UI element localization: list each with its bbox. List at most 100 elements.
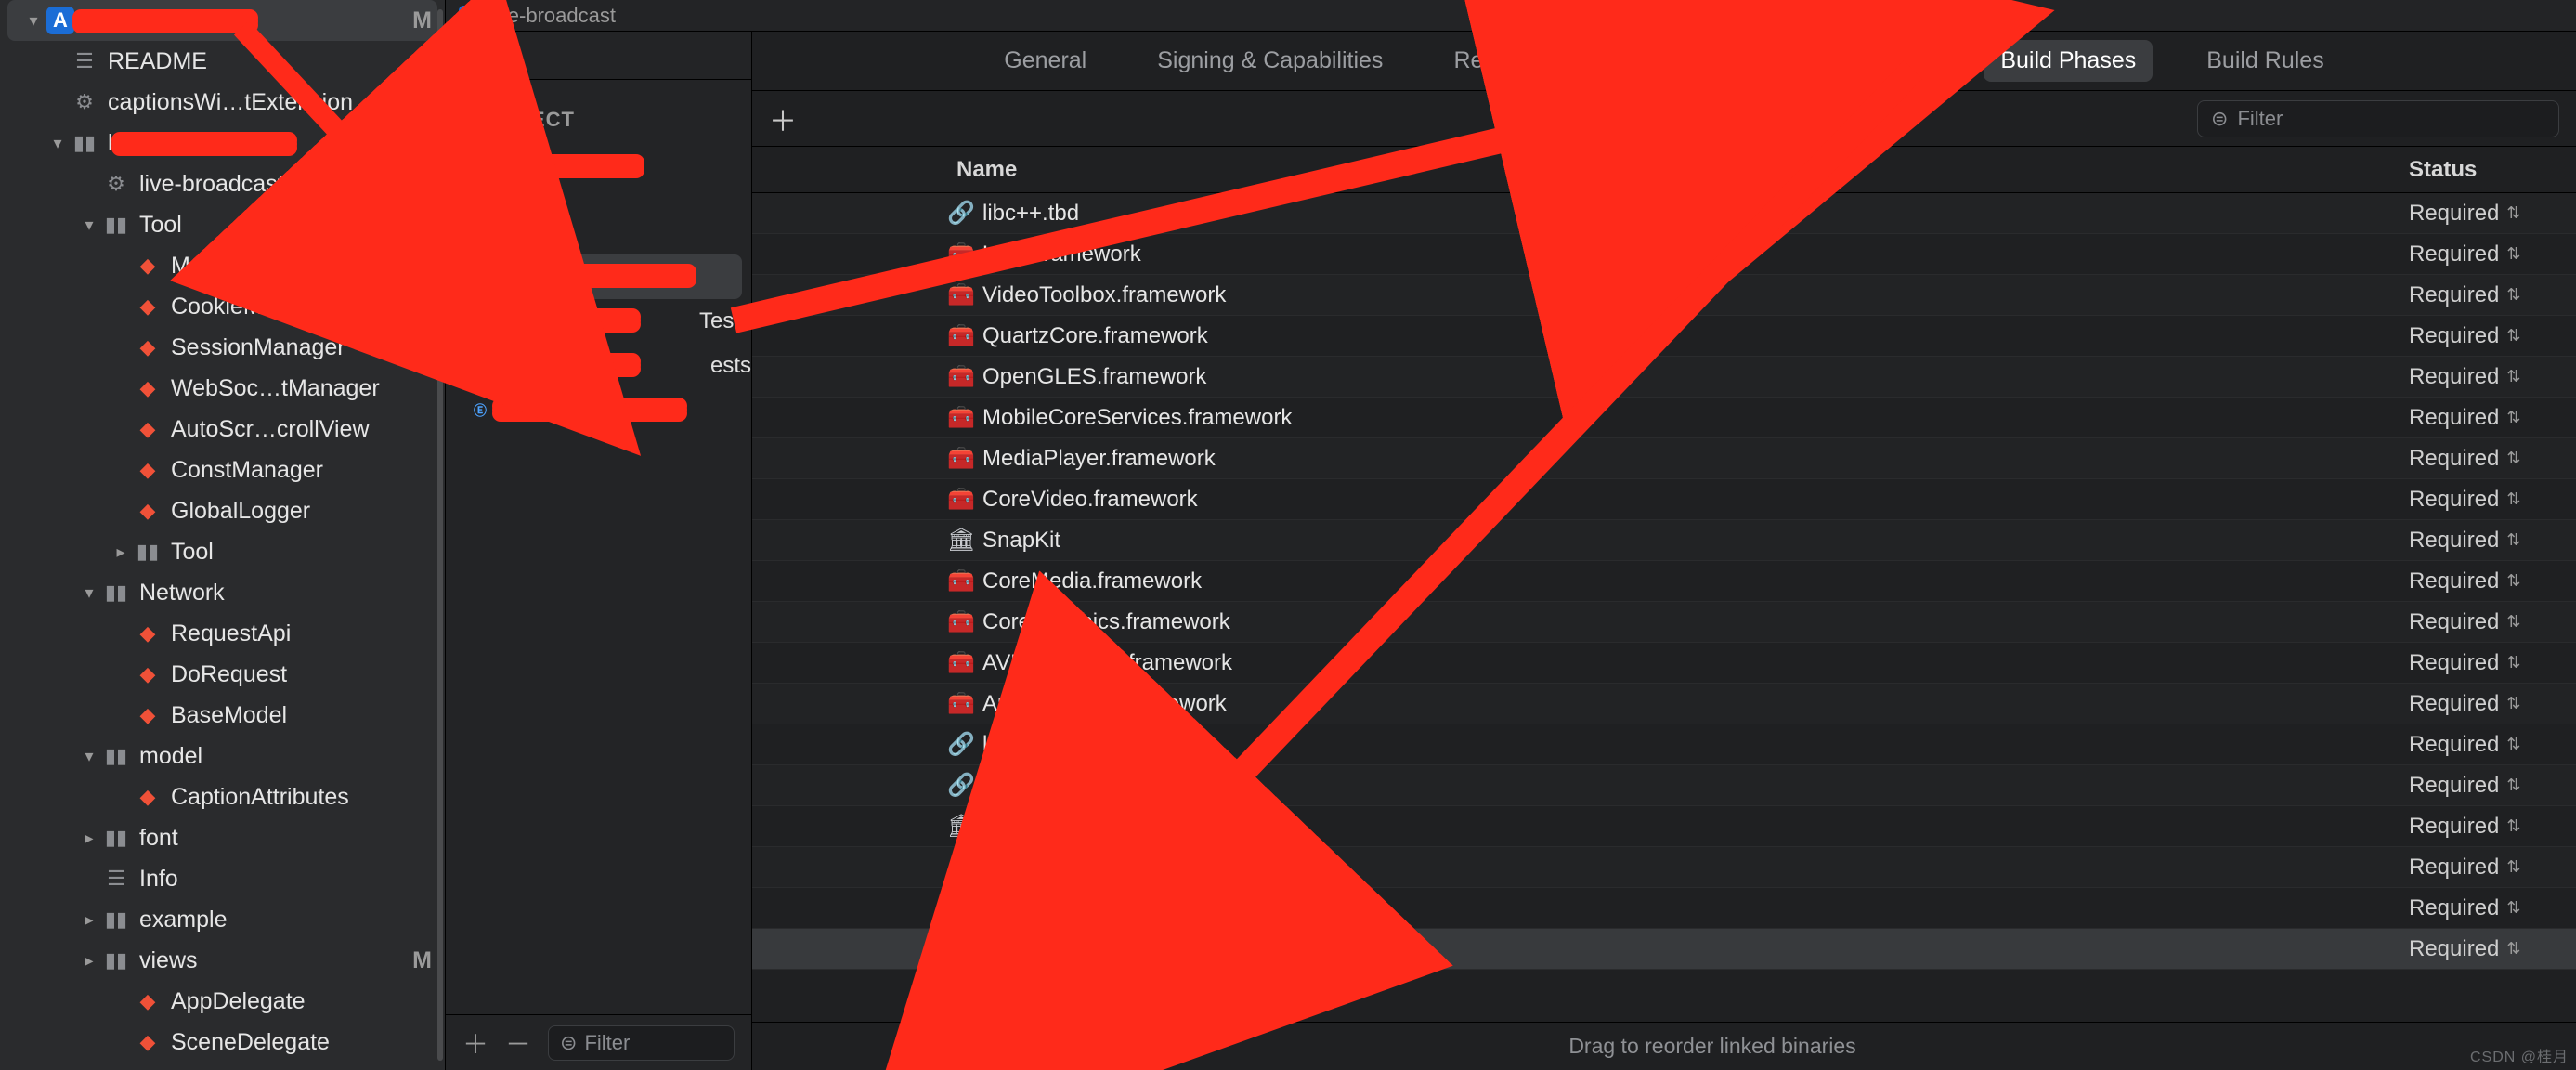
target-row[interactable]: ◇live-broadcastTestsTests	[446, 299, 751, 344]
tab-resource-tags[interactable]: Resource Tags	[1437, 40, 1624, 82]
nav-item[interactable]: ⚙captionsWi…tExtension	[0, 82, 445, 123]
status-cell[interactable]: Required⇅	[2409, 650, 2576, 676]
remove-target-button[interactable]: －	[505, 1024, 531, 1062]
nav-item[interactable]: ☰README	[0, 41, 445, 82]
tab-signing-capabilities[interactable]: Signing & Capabilities	[1140, 40, 1399, 82]
nav-item[interactable]: ▾▮▮live-broadcast	[0, 123, 445, 163]
status-cell[interactable]: Required⇅	[2409, 936, 2576, 962]
table-row[interactable]: 🏛RxMoyaRequired⇅	[752, 888, 2576, 929]
status-cell[interactable]: Required⇅	[2409, 814, 2576, 840]
status-cell[interactable]: Required⇅	[2409, 323, 2576, 349]
status-cell[interactable]: Required⇅	[2409, 528, 2576, 554]
add-phase-button[interactable]: ＋	[769, 98, 797, 139]
nav-item[interactable]: ◆MCGCDTimer	[0, 245, 445, 286]
table-row[interactable]: 🧰AVFoundation.frameworkRequired⇅	[752, 643, 2576, 684]
project-row[interactable]: A live-broadcast	[446, 145, 751, 189]
nav-item[interactable]: ◆AutoScr…crollView	[0, 409, 445, 450]
status-cell[interactable]: Required⇅	[2409, 201, 2576, 227]
table-row[interactable]: 🧰CoreMedia.frameworkRequired⇅	[752, 561, 2576, 602]
add-binary-button[interactable]: ＋	[956, 1028, 982, 1065]
nav-item[interactable]: ◆SceneDelegate	[0, 1022, 445, 1063]
nav-item[interactable]: ◆CookieManager	[0, 286, 445, 327]
disclosure-triangle-icon[interactable]: ▾	[24, 11, 43, 31]
panel-toggle-button[interactable]	[446, 32, 751, 80]
table-row[interactable]: 🧰MobileCoreServices.frameworkRequired⇅	[752, 398, 2576, 438]
nav-item[interactable]: ◆DoRequest	[0, 654, 445, 695]
targets-filter-input[interactable]: ⊜ Filter	[548, 1025, 735, 1061]
target-row[interactable]: ▢live-broadcastUITestsests	[446, 344, 751, 388]
table-row[interactable]: 🔗libz.tbdRequired⇅	[752, 724, 2576, 765]
tab-build-settings[interactable]: Build Settings	[1771, 40, 1946, 82]
table-row[interactable]: 🏛UIPiPViewRequired⇅	[752, 847, 2576, 888]
remove-binary-button[interactable]: －	[1005, 1028, 1031, 1065]
target-row[interactable]: ⒺcaptionsWidgetExte…	[446, 388, 751, 433]
table-row[interactable]: 🏛ReactiveMoyaRequired⇅	[752, 929, 2576, 970]
table-row[interactable]: 🧰CoreGraphics.frameworkRequired⇅	[752, 602, 2576, 643]
disclosure-triangle-icon[interactable]: ▸	[80, 910, 98, 930]
nav-item[interactable]: ▸▮▮example	[0, 899, 445, 940]
nav-item[interactable]: ◆CaptionAttributes	[0, 776, 445, 817]
disclosure-triangle-icon[interactable]: ▾	[80, 583, 98, 603]
col-name[interactable]: Name	[752, 157, 2409, 183]
status-cell[interactable]: Required⇅	[2409, 732, 2576, 758]
project-navigator[interactable]: ▾Alive-broadcastM☰README⚙captionsWi…tExt…	[0, 0, 446, 1070]
nav-item[interactable]: ◆GlobalLogger	[0, 490, 445, 531]
nav-item[interactable]: ▸▮▮Tool	[0, 531, 445, 572]
tab-build-phases[interactable]: Build Phases	[1984, 40, 2153, 82]
chevron-up-down-icon: ⇅	[2506, 489, 2520, 509]
table-row[interactable]: 🧰OpenGLES.frameworkRequired⇅	[752, 357, 2576, 398]
nav-item[interactable]: ◆RequestApi	[0, 613, 445, 654]
table-row[interactable]: 🔗libbz2.tbdRequired⇅	[752, 765, 2576, 806]
table-row[interactable]: 🧰MediaPlayer.frameworkRequired⇅	[752, 438, 2576, 479]
nav-item[interactable]: ▸▮▮viewsM	[0, 940, 445, 981]
status-cell[interactable]: Required⇅	[2409, 405, 2576, 431]
disclosure-triangle-icon[interactable]: ▸	[111, 542, 130, 562]
breadcrumb[interactable]: A live-broadcast	[446, 0, 2576, 32]
nav-item[interactable]: ◆WebSoc…tManager	[0, 368, 445, 409]
status-cell[interactable]: Required⇅	[2409, 773, 2576, 799]
table-row[interactable]: 🧰VideoToolbox.frameworkRequired⇅	[752, 275, 2576, 316]
status-cell[interactable]: Required⇅	[2409, 895, 2576, 921]
nav-item[interactable]: ▾▮▮Network	[0, 572, 445, 613]
disclosure-triangle-icon[interactable]: ▾	[48, 134, 67, 153]
nav-item[interactable]: ◆BaseModel	[0, 695, 445, 736]
status-cell[interactable]: Required⇅	[2409, 855, 2576, 881]
table-row[interactable]: 🔗libc++.tbdRequired⇅	[752, 193, 2576, 234]
tab-general[interactable]: General	[987, 40, 1103, 82]
status-cell[interactable]: Required⇅	[2409, 446, 2576, 472]
phase-filter-input[interactable]: ⊜ Filter	[2197, 100, 2559, 137]
disclosure-triangle-icon[interactable]: ▸	[80, 951, 98, 971]
status-cell[interactable]: Required⇅	[2409, 609, 2576, 635]
disclosure-triangle-icon[interactable]: ▸	[80, 829, 98, 848]
table-row[interactable]: 🏛HandyJSONRequired⇅	[752, 806, 2576, 847]
add-target-button[interactable]: ＋	[462, 1024, 488, 1062]
status-cell[interactable]: Required⇅	[2409, 241, 2576, 268]
nav-item[interactable]: ▾▮▮Tool	[0, 204, 445, 245]
tab-build-rules[interactable]: Build Rules	[2190, 40, 2340, 82]
table-row[interactable]: 🧰UIKit.frameworkRequired⇅	[752, 234, 2576, 275]
nav-item[interactable]: ◆AppDelegate	[0, 981, 445, 1022]
nav-item[interactable]: ▸▮▮font	[0, 817, 445, 858]
nav-item[interactable]: ⚙live-broadcast	[0, 163, 445, 204]
folder-icon: ▮▮	[102, 742, 130, 770]
tab-info[interactable]: Info	[1662, 40, 1735, 82]
nav-item[interactable]: ▾▮▮model	[0, 736, 445, 776]
status-cell[interactable]: Required⇅	[2409, 282, 2576, 308]
nav-item[interactable]: ☰Info	[0, 858, 445, 899]
nav-item[interactable]: ▾Alive-broadcastM	[7, 0, 437, 41]
disclosure-triangle-icon[interactable]: ▾	[80, 747, 98, 766]
table-row[interactable]: 🧰CoreVideo.frameworkRequired⇅	[752, 479, 2576, 520]
table-row[interactable]: 🏛SnapKitRequired⇅	[752, 520, 2576, 561]
status-cell[interactable]: Required⇅	[2409, 487, 2576, 513]
target-row[interactable]: Alive-broadcast	[455, 254, 742, 299]
targets-sidebar[interactable]: PROJECT A live-broadcast TARGETS Alive-b…	[446, 32, 752, 1070]
table-row[interactable]: 🧰AudioToolbox.frameworkRequired⇅	[752, 684, 2576, 724]
status-cell[interactable]: Required⇅	[2409, 691, 2576, 717]
status-cell[interactable]: Required⇅	[2409, 568, 2576, 594]
table-row[interactable]: 🧰QuartzCore.frameworkRequired⇅	[752, 316, 2576, 357]
col-status[interactable]: Status	[2409, 157, 2576, 183]
nav-item[interactable]: ◆ConstManager	[0, 450, 445, 490]
disclosure-triangle-icon[interactable]: ▾	[80, 215, 98, 235]
status-cell[interactable]: Required⇅	[2409, 364, 2576, 390]
nav-item[interactable]: ◆SessionManager	[0, 327, 445, 368]
